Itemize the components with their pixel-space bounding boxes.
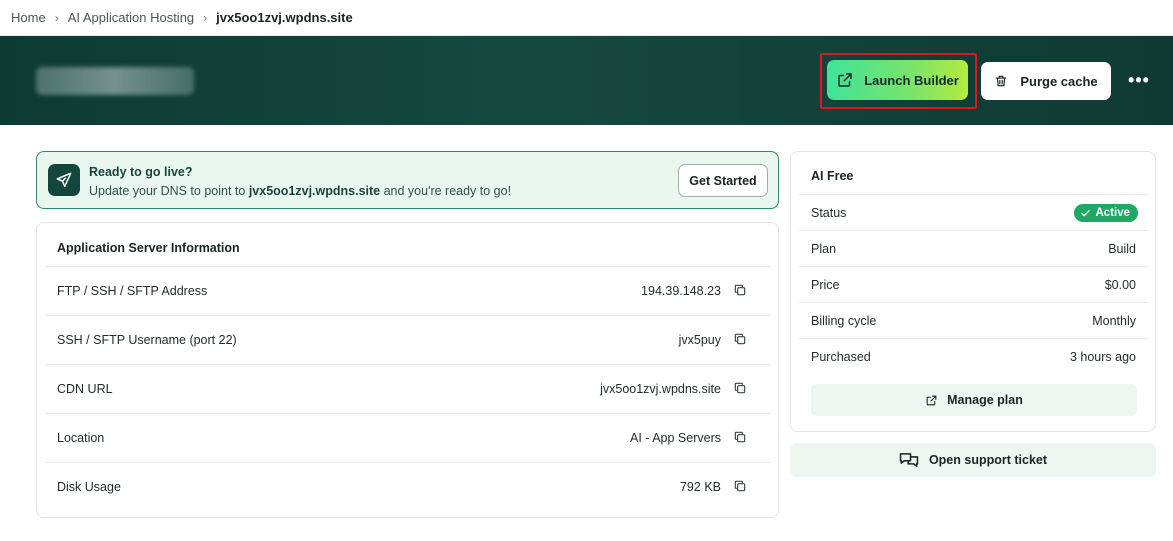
plan-row-purchased: Purchased 3 hours ago — [799, 338, 1148, 374]
row-value: Monthly — [1092, 314, 1136, 328]
server-row-location: Location AI - App Servers — [45, 413, 771, 462]
status-badge-label: Active — [1095, 207, 1130, 219]
row-label: Status — [811, 206, 847, 220]
row-label: Billing cycle — [811, 314, 877, 328]
copy-icon[interactable] — [733, 479, 749, 495]
go-live-desc-domain: jvx5oo1zvj.wpdns.site — [248, 184, 381, 198]
copy-icon[interactable] — [733, 430, 749, 446]
breadcrumb-home[interactable]: Home — [11, 10, 46, 25]
row-label: FTP / SSH / SFTP Address — [57, 284, 208, 298]
send-icon — [48, 164, 80, 196]
trash-icon — [994, 74, 1008, 88]
row-label: SSH / SFTP Username (port 22) — [57, 333, 237, 347]
chat-bubbles-icon — [899, 451, 919, 469]
row-value: AI - App Servers — [629, 431, 721, 445]
external-link-icon — [836, 71, 854, 89]
external-link-icon — [925, 394, 938, 407]
status-badge: Active — [1074, 204, 1138, 222]
go-live-description: Update your DNS to point to jvx5oo1zvj.w… — [89, 184, 511, 198]
server-info-title: Application Server Information — [57, 241, 240, 255]
breadcrumb-separator: › — [54, 10, 59, 25]
purge-cache-button[interactable]: Purge cache — [981, 62, 1111, 100]
go-live-desc-prefix: Update your DNS to point to — [89, 184, 249, 198]
plan-title: AI Free — [811, 169, 854, 183]
row-value: $0.00 — [1104, 278, 1136, 292]
row-value: 792 KB — [679, 480, 721, 494]
row-value: Build — [1108, 242, 1136, 256]
blurred-site-title — [36, 67, 194, 95]
row-value: jvx5puy — [678, 333, 721, 347]
plan-card: AI Free Status Active Plan Build Price $… — [790, 151, 1156, 432]
get-started-button[interactable]: Get Started — [678, 164, 768, 197]
purge-cache-label: Purge cache — [1020, 73, 1098, 89]
more-options-icon[interactable]: ••• — [1126, 67, 1152, 93]
manage-plan-label: Manage plan — [947, 393, 1023, 407]
server-row-cdn-url: CDN URL jvx5oo1zvj.wpdns.site — [45, 364, 771, 413]
open-support-ticket-label: Open support ticket — [928, 453, 1048, 467]
breadcrumb: Home › AI Application Hosting › jvx5oo1z… — [0, 0, 1173, 36]
row-label: Price — [811, 278, 840, 292]
go-live-banner: Ready to go live? Update your DNS to poi… — [36, 151, 779, 209]
row-label: Disk Usage — [57, 480, 121, 494]
check-icon — [1080, 208, 1091, 219]
launch-builder-label: Launch Builder — [864, 72, 959, 88]
go-live-title: Ready to go live? — [89, 165, 193, 179]
server-row-ftp-address: FTP / SSH / SFTP Address 194.39.148.23 — [45, 266, 771, 315]
copy-icon[interactable] — [733, 332, 749, 348]
site-header-band: Launch Builder Purge cache ••• — [0, 36, 1173, 125]
row-label: Location — [57, 431, 105, 445]
row-value: 194.39.148.23 — [641, 284, 721, 298]
server-row-disk-usage: Disk Usage 792 KB — [45, 462, 771, 511]
plan-row-status: Status Active — [799, 194, 1148, 230]
copy-icon[interactable] — [733, 381, 749, 397]
breadcrumb-separator: › — [203, 10, 208, 25]
row-label: Plan — [811, 242, 837, 256]
row-label: Purchased — [811, 350, 871, 364]
row-value: jvx5oo1zvj.wpdns.site — [600, 382, 721, 396]
row-label: CDN URL — [57, 382, 113, 396]
plan-row-plan: Plan Build — [799, 230, 1148, 266]
launch-builder-button[interactable]: Launch Builder — [827, 60, 968, 100]
breadcrumb-ai-application-hosting[interactable]: AI Application Hosting — [68, 10, 194, 25]
go-live-desc-suffix: and you're ready to go! — [380, 184, 512, 198]
server-info-card: Application Server Information FTP / SSH… — [36, 222, 779, 518]
manage-plan-button[interactable]: Manage plan — [811, 384, 1137, 416]
breadcrumb-current-site: jvx5oo1zvj.wpdns.site — [216, 10, 353, 25]
open-support-ticket-button[interactable]: Open support ticket — [790, 443, 1156, 477]
plan-row-billing-cycle: Billing cycle Monthly — [799, 302, 1148, 338]
plan-row-price: Price $0.00 — [799, 266, 1148, 302]
row-value: 3 hours ago — [1069, 350, 1136, 364]
server-row-ssh-username: SSH / SFTP Username (port 22) jvx5puy — [45, 315, 771, 364]
copy-icon[interactable] — [733, 283, 749, 299]
